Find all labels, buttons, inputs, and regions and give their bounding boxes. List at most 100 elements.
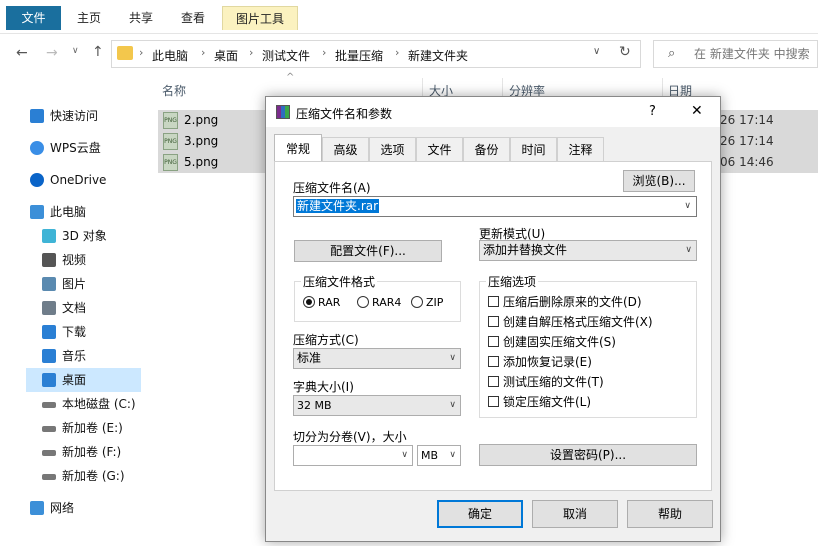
sidebar-item-label: 3D 对象 — [62, 229, 107, 243]
ribbon-tab-view[interactable]: 查看 — [170, 6, 216, 30]
forward-arrow-icon[interactable]: → — [46, 45, 58, 61]
cancel-button[interactable]: 取消 — [532, 500, 618, 528]
file-name: 3.png — [184, 134, 219, 148]
sidebar-item[interactable]: 文档 — [42, 296, 86, 320]
png-file-icon: PNG — [163, 112, 178, 129]
chevron-down-icon: ∨ — [449, 450, 456, 460]
breadcrumb-separator: › — [201, 46, 206, 59]
folder-icon — [117, 46, 133, 60]
option-checkbox[interactable]: 添加恢复记录(E) — [488, 353, 592, 371]
set-password-button[interactable]: 设置密码(P)... — [479, 444, 697, 466]
sidebar-item[interactable]: 音乐 — [42, 344, 86, 368]
sidebar-item[interactable]: 此电脑 — [30, 200, 86, 224]
option-checkbox[interactable]: 锁定压缩文件(L) — [488, 393, 591, 411]
archive-name-input[interactable]: 新建文件夹.rar ∨ — [293, 196, 697, 217]
sidebar-item[interactable]: 视频 — [42, 248, 86, 272]
radio-rar4[interactable]: RAR4 — [357, 296, 401, 310]
radio-rar[interactable]: RAR — [303, 296, 340, 310]
sidebar-item-label: 此电脑 — [50, 205, 87, 219]
breadcrumb-separator: › — [249, 46, 254, 59]
checkbox-unchecked-icon — [488, 296, 499, 307]
sidebar-item[interactable]: 本地磁盘 (C:) — [42, 392, 136, 416]
address-dropdown-icon[interactable]: ∨ — [593, 46, 600, 57]
breadcrumb-new-folder[interactable]: 新建文件夹 — [408, 47, 468, 64]
sidebar-item[interactable]: 下载 — [42, 320, 86, 344]
split-unit-select[interactable]: MB ∨ — [417, 445, 461, 466]
dict-size-select[interactable]: 32 MB ∨ — [293, 395, 461, 416]
ribbon-tab-file[interactable]: 文件 — [6, 6, 61, 30]
format-group: 压缩文件格式 RAR RAR4 ZIP — [294, 273, 461, 322]
sidebar-item[interactable]: 3D 对象 — [42, 224, 107, 248]
tab-backup[interactable]: 备份 — [463, 137, 510, 161]
chevron-down-icon[interactable]: ∨ — [684, 197, 691, 216]
close-icon[interactable]: ✕ — [691, 103, 703, 119]
search-icon: ⌕ — [668, 46, 676, 61]
breadcrumb-test-files[interactable]: 测试文件 — [262, 47, 310, 64]
update-mode-select[interactable]: 添加并替换文件 ∨ — [479, 240, 697, 261]
recent-chevron-icon[interactable]: ∨ — [72, 46, 79, 56]
address-bar[interactable]: › 此电脑 › 桌面 › 测试文件 › 批量压缩 › 新建文件夹 ∨ ↻ — [111, 40, 641, 68]
archive-name-value: 新建文件夹.rar — [296, 199, 380, 213]
ribbon-tab-home[interactable]: 主页 — [66, 6, 112, 30]
tab-advanced[interactable]: 高级 — [322, 137, 369, 161]
options-group-label: 压缩选项 — [486, 273, 539, 290]
chevron-down-icon[interactable]: ∨ — [401, 446, 408, 465]
sidebar-item-label: OneDrive — [50, 173, 107, 187]
option-checkbox[interactable]: 创建固实压缩文件(S) — [488, 333, 616, 351]
up-arrow-icon[interactable]: ↑ — [92, 44, 104, 60]
split-size-input[interactable]: ∨ — [293, 445, 413, 466]
sidebar-item[interactable]: 网络 — [30, 496, 74, 520]
search-box[interactable]: ⌕ 在 新建文件夹 中搜索 — [653, 40, 818, 68]
ok-button[interactable]: 确定 — [437, 500, 523, 528]
option-label: 锁定压缩文件(L) — [503, 395, 592, 409]
column-name[interactable]: 名称 — [162, 82, 186, 99]
method-select[interactable]: 标准 ∨ — [293, 348, 461, 369]
png-file-icon: PNG — [163, 133, 178, 150]
picture-icon — [42, 277, 56, 291]
sidebar-item[interactable]: 新加卷 (E:) — [42, 416, 123, 440]
sidebar-item[interactable]: WPS云盘 — [30, 136, 101, 160]
ribbon-tab-share[interactable]: 共享 — [118, 6, 164, 30]
sidebar-item[interactable]: 快速访问 — [30, 104, 98, 128]
breadcrumb-batch-compress[interactable]: 批量压缩 — [335, 47, 383, 64]
sidebar-item-label: 音乐 — [62, 349, 87, 363]
help-button[interactable]: 帮助 — [627, 500, 713, 528]
option-checkbox[interactable]: 测试压缩的文件(T) — [488, 373, 604, 391]
method-label: 压缩方式(C) — [293, 333, 359, 347]
back-arrow-icon[interactable]: ← — [16, 45, 28, 61]
profile-button[interactable]: 配置文件(F)... — [294, 240, 442, 262]
video-icon — [42, 253, 56, 267]
drive-icon — [42, 474, 56, 480]
dict-size-value: 32 MB — [297, 399, 332, 412]
refresh-icon[interactable]: ↻ — [619, 44, 631, 60]
tab-options[interactable]: 选项 — [369, 137, 416, 161]
tab-comment[interactable]: 注释 — [557, 137, 604, 161]
document-icon — [42, 301, 56, 315]
ribbon-tab-picture-tools[interactable]: 图片工具 — [222, 6, 298, 30]
option-checkbox[interactable]: 创建自解压格式压缩文件(X) — [488, 313, 653, 331]
sidebar-item[interactable]: 新加卷 (F:) — [42, 440, 121, 464]
tab-time[interactable]: 时间 — [510, 137, 557, 161]
sidebar-item[interactable]: OneDrive — [30, 168, 106, 192]
help-question-icon[interactable]: ? — [649, 104, 656, 119]
method-value: 标准 — [297, 351, 322, 365]
breadcrumb-desktop[interactable]: 桌面 — [214, 47, 238, 64]
file-date: 26 17:14 — [720, 134, 774, 148]
search-placeholder: 在 新建文件夹 中搜索 — [694, 47, 810, 61]
sidebar-item-label: 桌面 — [62, 373, 87, 387]
radio-zip[interactable]: ZIP — [411, 296, 443, 310]
sidebar-item-label: 下载 — [62, 325, 87, 339]
sidebar-item[interactable]: 新加卷 (G:) — [42, 464, 125, 488]
file-date: 26 17:14 — [720, 113, 774, 127]
split-label: 切分为分卷(V)，大小 — [293, 430, 407, 444]
cloud-icon — [30, 141, 44, 155]
sidebar-item[interactable]: 图片 — [42, 272, 86, 296]
option-checkbox[interactable]: 压缩后删除原来的文件(D) — [488, 293, 642, 311]
sidebar-item[interactable]: 桌面 — [26, 368, 141, 392]
tab-files[interactable]: 文件 — [416, 137, 463, 161]
breadcrumb-this-pc[interactable]: 此电脑 — [152, 47, 188, 64]
browse-button[interactable]: 浏览(B)... — [623, 170, 695, 192]
radio-rar4-label: RAR4 — [372, 296, 402, 309]
tab-general[interactable]: 常规 — [274, 134, 322, 162]
dialog-title: 压缩文件名和参数 — [296, 107, 393, 121]
